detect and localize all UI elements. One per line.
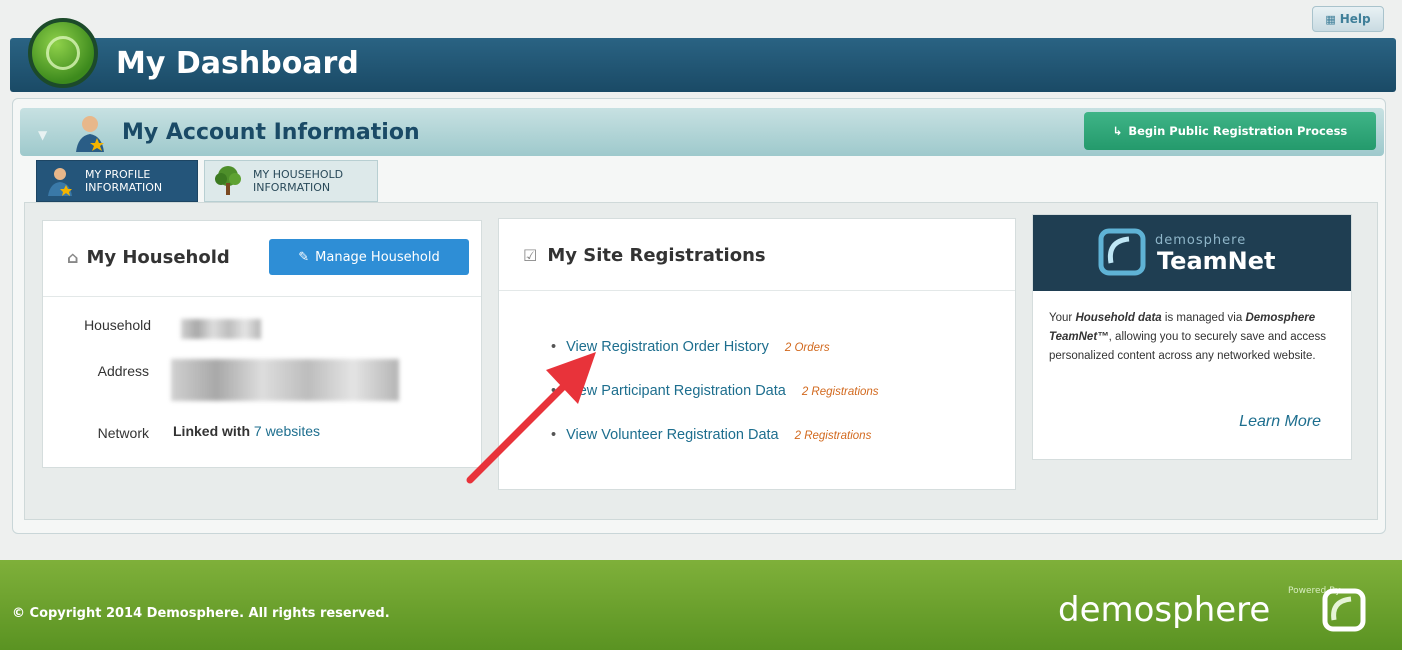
address-label: Address (97, 363, 149, 379)
forward-icon: ↳ (1112, 124, 1123, 138)
bullet: • (551, 339, 557, 355)
tab-label-line2: INFORMATION (85, 181, 163, 194)
participant-registration-link[interactable]: View Participant Registration Data (566, 383, 786, 399)
teamnet-card: demosphere TeamNet Your Household data i… (1032, 214, 1352, 460)
manage-household-button[interactable]: ✎ Manage Household (269, 239, 469, 275)
page-title: My Dashboard (116, 46, 359, 81)
help-label: Help (1339, 12, 1371, 26)
registrations-card-header: ☑ My Site Registrations (499, 219, 1015, 291)
participant-count: 2 Registrations (801, 386, 879, 398)
tab-my-profile[interactable]: MY PROFILE INFORMATION (36, 160, 198, 202)
network-label: Network (97, 425, 149, 441)
address-redacted (171, 359, 399, 401)
volunteer-registration-link[interactable]: View Volunteer Registration Data (566, 427, 779, 443)
bullet: • (551, 427, 557, 443)
teamnet-brand: TeamNet (1157, 247, 1276, 275)
home-icon: ⌂ (67, 248, 79, 267)
bullet: • (551, 383, 557, 399)
collapse-chevron-icon[interactable]: ▼ (38, 128, 47, 142)
network-value: Linked with 7 websites (173, 423, 321, 439)
tab-label-line1: MY HOUSEHOLD (253, 168, 344, 181)
household-name-redacted (181, 319, 261, 339)
begin-registration-button[interactable]: ↳ Begin Public Registration Process (1084, 112, 1376, 150)
list-item: • View Participant Registration Data 2 R… (551, 383, 879, 399)
tab-label-line1: MY PROFILE (85, 168, 151, 181)
edit-icon: ✎ (298, 249, 310, 265)
linked-websites-link[interactable]: 7 websites (254, 423, 320, 439)
order-count: 2 Orders (784, 342, 830, 354)
tab-my-household[interactable]: MY HOUSEHOLD INFORMATION (204, 160, 378, 202)
teamnet-brand-small: demosphere (1155, 233, 1247, 248)
site-registrations-card: ☑ My Site Registrations • View Registrat… (498, 218, 1016, 490)
teamnet-description: Your Household data is managed via Demos… (1049, 312, 1326, 362)
teamnet-header: demosphere TeamNet (1033, 215, 1351, 291)
order-history-link[interactable]: View Registration Order History (566, 339, 769, 355)
tree-icon (215, 166, 241, 195)
user-star-icon (48, 168, 72, 196)
tab-label-line2: INFORMATION (253, 181, 331, 194)
household-card: ⌂ My Household ✎ Manage Household Househ… (42, 220, 482, 468)
checkbox-icon: ☑ (523, 246, 538, 265)
crosshair-globe-icon (28, 18, 98, 88)
learn-more-link[interactable]: Learn More (1239, 413, 1321, 431)
help-button[interactable]: ▦ Help (1312, 6, 1384, 32)
household-title: ⌂ My Household (67, 247, 230, 268)
household-label: Household (84, 317, 151, 333)
registrations-title: ☑ My Site Registrations (523, 245, 766, 266)
demosphere-logo-icon (1098, 228, 1146, 276)
footer: © Copyright 2014 Demosphere. All rights … (0, 560, 1402, 650)
user-star-icon (76, 116, 104, 152)
list-item: • View Volunteer Registration Data 2 Reg… (551, 427, 871, 443)
volunteer-count: 2 Registrations (794, 430, 872, 442)
chat-icon: ▦ (1325, 12, 1336, 26)
account-title: My Account Information (122, 120, 420, 145)
copyright-text: © Copyright 2014 Demosphere. All rights … (12, 606, 390, 621)
demosphere-wordmark: demosphere (1058, 590, 1271, 630)
list-item: • View Registration Order History 2 Orde… (551, 339, 830, 355)
household-card-header: ⌂ My Household ✎ Manage Household (43, 221, 481, 297)
demosphere-logo-icon (1322, 588, 1366, 632)
